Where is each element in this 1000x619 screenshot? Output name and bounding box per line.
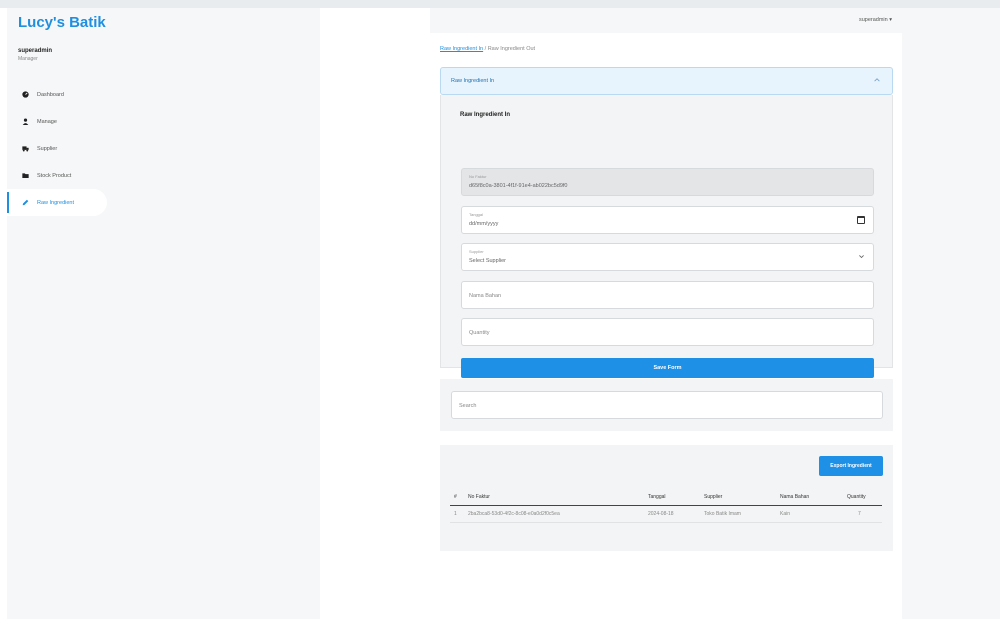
calendar-icon[interactable] [857,216,865,224]
chevron-up-icon [873,76,881,86]
table-cell: Kain [780,511,791,517]
table-header-row: # No Faktur Tanggal Supplier Nama Bahan … [450,489,882,506]
sidebar-item-supplier[interactable]: Supplier [7,135,320,162]
sidebar-item-label: Dashboard [37,91,64,98]
dashboard-icon [22,91,29,98]
table-cell: Toko Batik Imam [704,511,741,517]
table-cell: 1 [454,511,457,517]
user-menu-dropdown[interactable]: superadmin ▾ [859,17,892,23]
column-header: Tanggal [648,494,666,500]
form-title: Raw Ingredient In [460,112,511,118]
accordion-title: Raw Ingredient In [451,78,495,84]
folder-icon [22,172,29,179]
user-name: superadmin [18,48,53,54]
column-header: # [454,494,457,500]
quantity-input[interactable]: Quantity [461,318,874,346]
table-cell: 7 [858,511,861,517]
sidebar-item-raw-ingredient[interactable]: Raw Ingredient [7,189,107,216]
edit-icon [22,199,29,206]
breadcrumb-current: Raw Ingredient Out [487,46,536,52]
sidebar-nav: Dashboard Manage Supplier Stock Product … [7,81,320,216]
sidebar-item-stock-product[interactable]: Stock Product [7,162,320,189]
accordion-body: Raw Ingredient In No Faktur d65f8c0a-380… [440,95,893,378]
brand-logo[interactable]: Lucy's Batik [18,14,106,31]
column-header: No Faktur [468,494,490,500]
right-background [902,8,1000,619]
breadcrumb-separator: / [484,46,487,52]
export-ingredient-button[interactable]: Export Ingredient [819,456,883,476]
tanggal-placeholder: dd/mm/yyyy [469,221,499,227]
sidebar-item-label: Raw Ingredient [37,199,74,206]
supplier-select[interactable]: Supplier Select Supplier [461,243,874,271]
user-icon [22,118,29,125]
search-placeholder: Search [459,403,477,409]
tanggal-label: Tanggal [469,212,484,217]
search-card: Search [440,379,893,431]
chevron-down-icon [858,253,865,262]
column-header: Nama Bahan [780,494,810,500]
quantity-placeholder: Quantity [469,330,490,336]
accordion-header[interactable]: Raw Ingredient In [440,67,893,95]
top-strip [0,0,1000,8]
user-role: Manager [18,56,38,62]
top-header: superadmin ▾ [430,8,902,33]
sidebar-item-label: Manage [37,118,57,125]
no-faktur-field: No Faktur d65f8c0a-3801-4f1f-91e4-ab022b… [461,168,874,196]
supplier-placeholder: Select Supplier [469,258,506,264]
sidebar-item-label: Stock Product [37,172,72,179]
sidebar-item-manage[interactable]: Manage [7,108,320,135]
table-cell: 2024-08-18 [648,511,674,517]
no-faktur-value: d65f8c0a-3801-4f1f-91e4-ab022bc5d9f0 [469,183,568,189]
breadcrumb-link-raw-ingredient-in[interactable]: Raw Ingredient In [440,46,483,52]
sidebar-item-dashboard[interactable]: Dashboard [7,81,320,108]
sidebar-item-label: Supplier [37,145,58,152]
table-cell: 2ba2bca8-53d0-4f2c-8c08-e0a0d2f0c5ea [468,511,560,517]
search-input[interactable]: Search [451,391,883,419]
table-row[interactable]: 1 2ba2bca8-53d0-4f2c-8c08-e0a0d2f0c5ea 2… [450,506,882,523]
tanggal-field[interactable]: Tanggal dd/mm/yyyy [461,206,874,234]
no-faktur-label: No Faktur [469,174,487,179]
column-header: Quantity [847,494,866,500]
sidebar: Lucy's Batik superadmin Manager Dashboar… [7,8,320,619]
supplier-label: Supplier [469,249,484,254]
main-content: Raw Ingredient In / Raw Ingredient Out R… [430,33,902,619]
save-form-button[interactable]: Save Form [461,358,874,378]
column-header: Supplier [704,494,723,500]
truck-icon [22,145,29,152]
nama-bahan-placeholder: Nama Bahan [469,293,502,299]
table-card: Export Ingredient # No Faktur Tanggal Su… [440,445,893,551]
nama-bahan-input[interactable]: Nama Bahan [461,281,874,309]
ingredient-table: # No Faktur Tanggal Supplier Nama Bahan … [450,489,882,523]
breadcrumb: Raw Ingredient In / Raw Ingredient Out [440,46,535,52]
